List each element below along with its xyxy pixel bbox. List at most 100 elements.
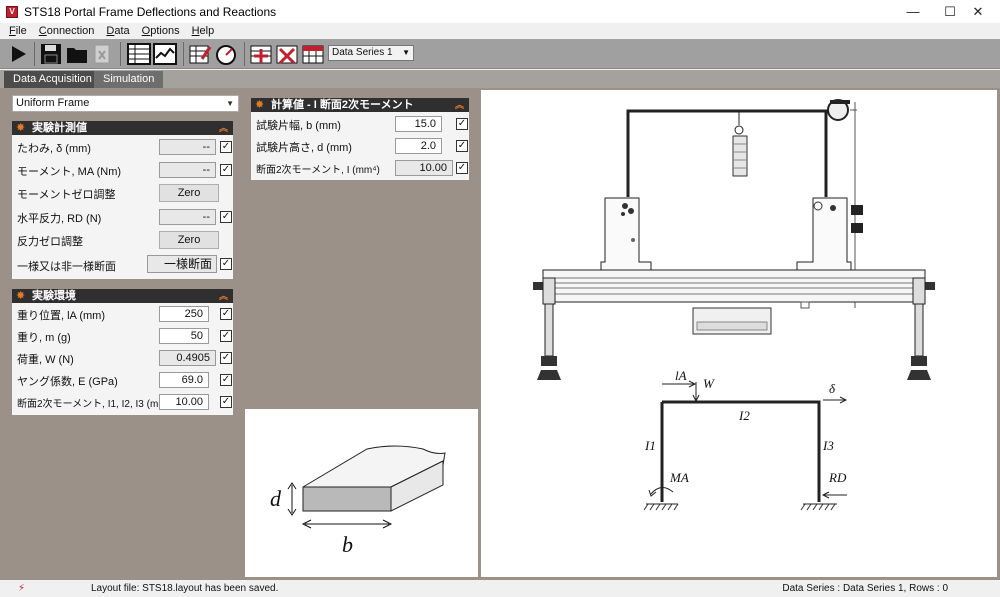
youngs-modulus-checkbox[interactable]: ✓ — [220, 374, 232, 386]
section-type-label: 一様又は非一様断面 — [17, 261, 116, 273]
youngs-modulus-row: ヤング係数, E (GPa) 69.0 ✓ — [12, 369, 233, 391]
horizontal-reaction-field: -- — [159, 209, 216, 225]
load-position-checkbox[interactable]: ✓ — [220, 308, 232, 320]
tab-simulation[interactable]: Simulation — [94, 71, 164, 88]
moment-field: -- — [159, 162, 216, 178]
chevron-down-icon: ▼ — [402, 48, 410, 57]
rd-label: RD — [828, 470, 847, 485]
add-row-icon[interactable] — [249, 42, 273, 66]
moment-checkbox[interactable]: ✓ — [220, 164, 232, 176]
height-input[interactable]: 2.0 — [395, 138, 442, 154]
width-checkbox[interactable]: ✓ — [456, 118, 468, 130]
moment-row: モーメント, MA (Nm) -- ✓ — [12, 159, 233, 181]
section-type-checkbox[interactable]: ✓ — [220, 258, 232, 270]
i3-label: I3 — [822, 438, 834, 453]
environment-panel-title: 実験環境 — [32, 290, 76, 302]
menu-options[interactable]: Options — [142, 25, 180, 37]
width-input[interactable]: 15.0 — [395, 116, 442, 132]
inertia-row: 断面2次モーメント, I (mm⁴) 10.00 ✓ — [251, 157, 469, 179]
deflection-checkbox[interactable]: ✓ — [220, 141, 232, 153]
inertia-checkbox[interactable]: ✓ — [456, 162, 468, 174]
height-label: 試験片高さ, d (mm) — [256, 142, 352, 154]
data-series-value: Data Series 1 — [332, 47, 393, 58]
deflection-row: たわみ, δ (mm) -- ✓ — [12, 136, 233, 158]
horizontal-reaction-checkbox[interactable]: ✓ — [220, 211, 232, 223]
w-label: W — [703, 376, 715, 391]
width-row: 試験片幅, b (mm) 15.0 ✓ — [251, 113, 469, 135]
measured-panel: たわみ, δ (mm) -- ✓ モーメント, MA (Nm) -- ✓ モーメ… — [12, 135, 233, 279]
environment-panel: 重り位置, lA (mm) 250 ✓ 重り, m (g) 50 ✓ 荷重, W… — [12, 303, 233, 415]
b-label: b — [342, 532, 353, 557]
toolbar — [0, 39, 1000, 69]
mass-label: 重り, m (g) — [17, 332, 71, 344]
delete-row-icon[interactable] — [275, 42, 299, 66]
load-position-input[interactable]: 250 — [159, 306, 209, 322]
apparatus-drawing: lA W δ I2 I1 I3 MA RD — [533, 99, 935, 511]
calc-panel-header[interactable]: ✸ 計算値 - I 断面2次モーメント ︽ — [251, 98, 469, 112]
reaction-zero-button[interactable]: Zero — [159, 231, 219, 249]
collapse-icon[interactable]: ︽ — [219, 289, 228, 303]
menu-bar: File Connection Data Options Help — [0, 23, 1000, 39]
youngs-modulus-label: ヤング係数, E (GPa) — [17, 376, 118, 388]
close-button[interactable]: ✕ — [956, 0, 1000, 23]
collapse-icon[interactable]: ︽ — [219, 121, 228, 135]
menu-file[interactable]: File — [9, 25, 27, 37]
menu-connection[interactable]: Connection — [39, 25, 95, 37]
gear-icon: ✸ — [16, 290, 26, 302]
gauge-icon[interactable] — [214, 42, 238, 66]
load-label: 荷重, W (N) — [17, 354, 74, 366]
frame-type-value: Uniform Frame — [16, 97, 90, 109]
deflection-label: たわみ, δ (mm) — [17, 143, 91, 155]
section-type-row: 一様又は非一様断面 一様断面 ✓ — [12, 254, 233, 276]
width-label: 試験片幅, b (mm) — [256, 120, 341, 132]
close-file-icon[interactable] — [90, 42, 114, 66]
clear-table-icon[interactable] — [301, 42, 325, 66]
status-rows: Data Series : Data Series 1, Rows : 0 — [782, 583, 948, 594]
frame-type-select[interactable]: Uniform Frame ▼ — [12, 95, 239, 112]
moment-label: モーメント, MA (Nm) — [17, 166, 122, 178]
d-label: d — [270, 486, 282, 511]
horizontal-reaction-row: 水平反力, RD (N) -- ✓ — [12, 206, 233, 228]
load-row: 荷重, W (N) 0.4905 ✓ — [12, 347, 233, 369]
menu-data[interactable]: Data — [106, 25, 129, 37]
mass-checkbox[interactable]: ✓ — [220, 330, 232, 342]
second-moment-input[interactable]: 10.00 — [159, 394, 209, 410]
play-icon[interactable] — [6, 42, 30, 66]
second-moment-row: 断面2次モーメント, I1, I2, I3 (mm⁴) 10.00 ✓ — [12, 391, 233, 413]
table-view-icon[interactable] — [127, 42, 151, 66]
graph-view-icon[interactable] — [153, 42, 177, 66]
status-bar: ⚡ Layout file: STS18.layout has been sav… — [0, 581, 1000, 597]
load-checkbox[interactable]: ✓ — [220, 352, 232, 364]
measured-panel-title: 実験計測値 — [32, 122, 87, 134]
second-moment-label: 断面2次モーメント, I1, I2, I3 (mm⁴) — [17, 399, 175, 410]
moment-zero-button[interactable]: Zero — [159, 184, 219, 202]
apparatus-figure: lA W δ I2 I1 I3 MA RD — [481, 90, 997, 577]
deflection-field: -- — [159, 139, 216, 155]
delta-label: δ — [829, 381, 836, 396]
load-position-label: 重り位置, lA (mm) — [17, 310, 105, 322]
environment-panel-header[interactable]: ✸ 実験環境 ︽ — [12, 289, 233, 303]
menu-help[interactable]: Help — [192, 25, 215, 37]
data-series-select[interactable]: Data Series 1 ▼ — [328, 45, 414, 61]
reaction-zero-row: 反力ゼロ調整 Zero — [12, 229, 233, 251]
calc-panel-title: 計算値 - I 断面2次モーメント — [271, 99, 414, 111]
second-moment-checkbox[interactable]: ✓ — [220, 396, 232, 408]
tab-data-acquisition[interactable]: Data Acquisition — [4, 71, 101, 88]
mass-row: 重り, m (g) 50 ✓ — [12, 325, 233, 347]
la-label: lA — [675, 368, 687, 383]
usb-icon: ⚡ — [18, 583, 26, 594]
measured-panel-header[interactable]: ✸ 実験計測値 ︽ — [12, 121, 233, 135]
inertia-field: 10.00 — [395, 160, 453, 176]
youngs-modulus-input[interactable]: 69.0 — [159, 372, 209, 388]
open-folder-icon[interactable] — [65, 42, 89, 66]
height-checkbox[interactable]: ✓ — [456, 140, 468, 152]
save-icon[interactable] — [39, 42, 63, 66]
mass-input[interactable]: 50 — [159, 328, 209, 344]
gear-icon: ✸ — [16, 122, 26, 134]
chevron-down-icon: ▼ — [226, 99, 234, 108]
collapse-icon[interactable]: ︽ — [455, 98, 464, 112]
moment-zero-row: モーメントゼロ調整 Zero — [12, 182, 233, 204]
moment-zero-label: モーメントゼロ調整 — [17, 189, 116, 201]
load-field: 0.4905 — [159, 350, 216, 366]
edit-table-icon[interactable] — [188, 42, 212, 66]
